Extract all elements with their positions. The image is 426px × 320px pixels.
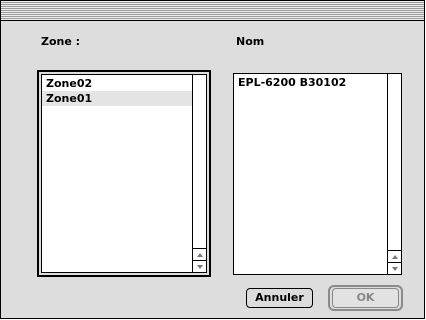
down-arrow-icon xyxy=(391,266,398,271)
zone-list-focus-ring: Zone02 Zone01 xyxy=(37,70,211,277)
chooser-dialog: Zone : Nom Zone02 Zone01 EPL-6200 B30102 xyxy=(0,0,425,319)
ok-button[interactable]: OK xyxy=(332,288,399,308)
zone-list[interactable]: Zone02 Zone01 xyxy=(41,74,207,273)
scroll-up-arrow[interactable] xyxy=(388,250,401,262)
list-item-zone[interactable]: Zone02 xyxy=(42,76,192,91)
list-item-zone-selected[interactable]: Zone01 xyxy=(42,91,192,106)
zone-list-items: Zone02 Zone01 xyxy=(42,76,192,106)
cancel-button[interactable]: Annuler xyxy=(246,288,313,308)
printer-list-items: EPL-6200 B30102 xyxy=(234,75,387,90)
printer-list[interactable]: EPL-6200 B30102 xyxy=(233,73,402,275)
nom-label: Nom xyxy=(236,35,265,48)
scroll-down-arrow[interactable] xyxy=(193,260,206,272)
default-button-ring: OK xyxy=(328,285,403,311)
printer-list-scrollbar[interactable] xyxy=(387,74,401,274)
zone-list-scrollbar[interactable] xyxy=(192,75,206,272)
scroll-down-arrow[interactable] xyxy=(388,262,401,274)
up-arrow-icon xyxy=(196,252,203,257)
scroll-up-arrow[interactable] xyxy=(193,248,206,260)
window-titlebar[interactable] xyxy=(1,1,424,21)
list-item-printer[interactable]: EPL-6200 B30102 xyxy=(234,75,387,90)
up-arrow-icon xyxy=(391,254,398,259)
zone-label: Zone : xyxy=(41,35,81,48)
down-arrow-icon xyxy=(196,264,203,269)
